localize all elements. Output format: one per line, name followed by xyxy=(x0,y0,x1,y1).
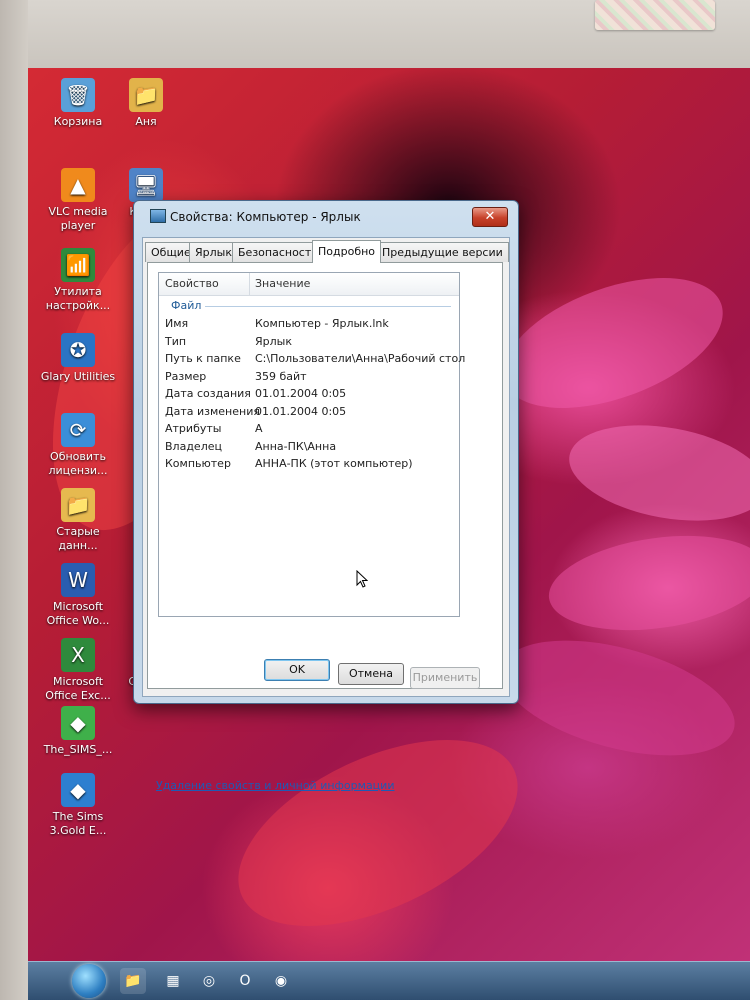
property-name: Дата создания xyxy=(165,387,251,400)
desktop-icon-label: Microsoft Office Wo... xyxy=(46,600,110,627)
property-row[interactable]: Тип Ярлык xyxy=(165,335,455,352)
recycle-bin-icon: 🗑 xyxy=(61,78,95,112)
property-name: Имя xyxy=(165,317,189,330)
apply-button[interactable]: Применить xyxy=(410,667,480,689)
property-value: A xyxy=(255,422,263,435)
details-listview[interactable]: Свойство Значение Файл Имя Компьютер - Яр… xyxy=(158,272,465,617)
group-file: Файл xyxy=(171,299,202,312)
anya-folder-icon: 📁 xyxy=(129,78,163,112)
desktop-icon-label: Утилита настройк... xyxy=(45,285,111,312)
monitor-bezel-left xyxy=(0,0,28,1000)
cancel-button[interactable]: Отмена xyxy=(338,663,404,685)
property-value: C:\Пользователи\Анна\Рабочий стол xyxy=(255,352,466,365)
chrome-taskbar-icon[interactable]: ◉ xyxy=(268,968,294,994)
property-row[interactable]: Компьютер АННА-ПК (этот компьютер) xyxy=(165,457,455,474)
dialog-client: Общие Ярлык Безопасность Подробно Предыдущие… xyxy=(142,237,510,697)
desktop-icon-glary[interactable]: ✪ Glary Utilities xyxy=(38,333,118,384)
tab-3[interactable]: Безопасность xyxy=(232,242,324,262)
wallpaper-petal xyxy=(561,411,750,535)
wallpaper-petal xyxy=(486,251,740,435)
tab-4[interactable]: Подробно xyxy=(312,240,382,263)
window-title-text: Свойства: Компьютер - Ярлык xyxy=(170,210,361,224)
property-value: Ярлык xyxy=(255,334,292,348)
wallpaper-petal xyxy=(210,701,546,965)
desktop-icon-label: Microsoft Office Exc... xyxy=(45,675,111,702)
column-property[interactable]: Свойство xyxy=(165,277,219,290)
column-separator[interactable] xyxy=(249,273,250,295)
norton-taskbar-icon[interactable]: ◎ xyxy=(196,968,222,994)
property-value: Компьютер - Ярлык.lnk xyxy=(255,317,389,330)
property-value: 01.01.2004 0:05 xyxy=(255,387,347,400)
property-name: Размер xyxy=(165,369,207,383)
desktop-icon-label: Аня xyxy=(135,115,157,128)
property-row[interactable]: Владелец Анна-ПК\Анна xyxy=(165,440,455,457)
property-row[interactable]: Имя Компьютер - Ярлык.lnk xyxy=(165,317,455,334)
desktop-icon-label: The Sims 3.Gold E... xyxy=(49,810,107,837)
old-data-icon: 📁 xyxy=(61,488,95,522)
desktop-icon-utility[interactable]: 📶 Утилита настройк... xyxy=(38,248,118,313)
property-name: Тип xyxy=(165,334,187,348)
computer-shortcut-icon: 🖥 xyxy=(129,168,163,202)
media-taskbar-icon[interactable]: ▦ xyxy=(160,968,186,994)
listview-header: Свойство Значение xyxy=(159,273,459,296)
property-value: Анна-ПК\Анна xyxy=(255,439,337,453)
glary-icon: ✪ xyxy=(61,333,95,367)
word-icon: W xyxy=(61,563,95,597)
property-value: АННА-ПК (этот компьютер) xyxy=(255,457,413,470)
property-name: Атрибуты xyxy=(165,422,222,435)
property-row[interactable]: Дата изменения 01.01.2004 0:05 xyxy=(165,405,455,422)
desktop-icon-word[interactable]: W Microsoft Office Wo... xyxy=(38,563,118,628)
property-name: Компьютер xyxy=(165,457,231,470)
tab-5[interactable]: Предыдущие версии xyxy=(376,242,509,262)
desktop-icon-update-license[interactable]: ⟳ Обновить лицензи... xyxy=(38,413,118,478)
property-value: 01.01.2004 0:05 xyxy=(255,404,347,418)
desktop-icon-sims[interactable]: ◆ The_SIMS_... xyxy=(38,706,118,757)
desktop-icon-excel[interactable]: X Microsoft Office Exc... xyxy=(38,638,118,703)
remove-properties-link[interactable]: Удаление свойств и личной информации xyxy=(156,779,394,792)
wallpaper-petal xyxy=(542,523,750,643)
update-license-icon: ⟳ xyxy=(61,413,95,447)
property-name: Дата изменения xyxy=(165,404,260,418)
desktop-icon-label: Glary Utilities xyxy=(40,370,116,383)
sims-icon: ◆ xyxy=(61,706,95,740)
property-name: Владелец xyxy=(165,439,222,453)
sims3-icon: ◆ xyxy=(61,773,95,807)
wallpaper-petal xyxy=(489,618,747,778)
property-row[interactable]: Дата создания 01.01.2004 0:05 xyxy=(165,387,455,404)
property-name: Путь к папке xyxy=(165,352,241,365)
property-row[interactable]: Размер 359 байт xyxy=(165,370,455,387)
property-row[interactable]: Путь к папке C:\Пользователи\Анна\Рабочий… xyxy=(165,352,465,369)
utility-icon: 📶 xyxy=(61,248,95,282)
column-value[interactable]: Значение xyxy=(255,277,310,290)
desktop-icon-old-data[interactable]: 📁 Старые данн... xyxy=(38,488,118,553)
desktop-icon-sims3[interactable]: ◆ The Sims 3.Gold E... xyxy=(38,773,118,838)
taskbar: 📁 ▦ ◎ O ◉ xyxy=(28,961,750,1000)
group-divider xyxy=(205,306,451,307)
window-title: Свойства: Компьютер - Ярлык xyxy=(150,209,361,224)
start-button[interactable] xyxy=(72,964,106,998)
properties-window: Свойства: Компьютер - Ярлык ✕ Общие Ярлык… xyxy=(133,200,519,792)
desktop-icon-label: The_SIMS_... xyxy=(43,743,113,756)
desktop-icon-label: Старые данн... xyxy=(56,525,100,552)
ok-button[interactable]: OK xyxy=(264,659,330,681)
property-row[interactable]: Атрибуты A xyxy=(165,422,455,439)
property-value: 359 байт xyxy=(255,369,307,383)
desktop-icon-anya-folder[interactable]: 📁 Аня xyxy=(106,78,186,129)
desktop-icon-label: Обновить лицензи... xyxy=(48,450,108,477)
excel-icon: X xyxy=(61,638,95,672)
monitor-sticker xyxy=(595,0,715,30)
shortcut-icon xyxy=(150,209,166,223)
details-panel: Свойство Значение Файл Имя Компьютер - Яр… xyxy=(147,262,503,689)
tab-2[interactable]: Ярлык xyxy=(189,242,238,262)
opera-taskbar-icon[interactable]: O xyxy=(232,968,258,994)
vlc-icon: ▲ xyxy=(61,168,95,202)
explorer-taskbar-icon[interactable]: 📁 xyxy=(120,968,146,994)
close-button[interactable]: ✕ xyxy=(472,207,508,227)
